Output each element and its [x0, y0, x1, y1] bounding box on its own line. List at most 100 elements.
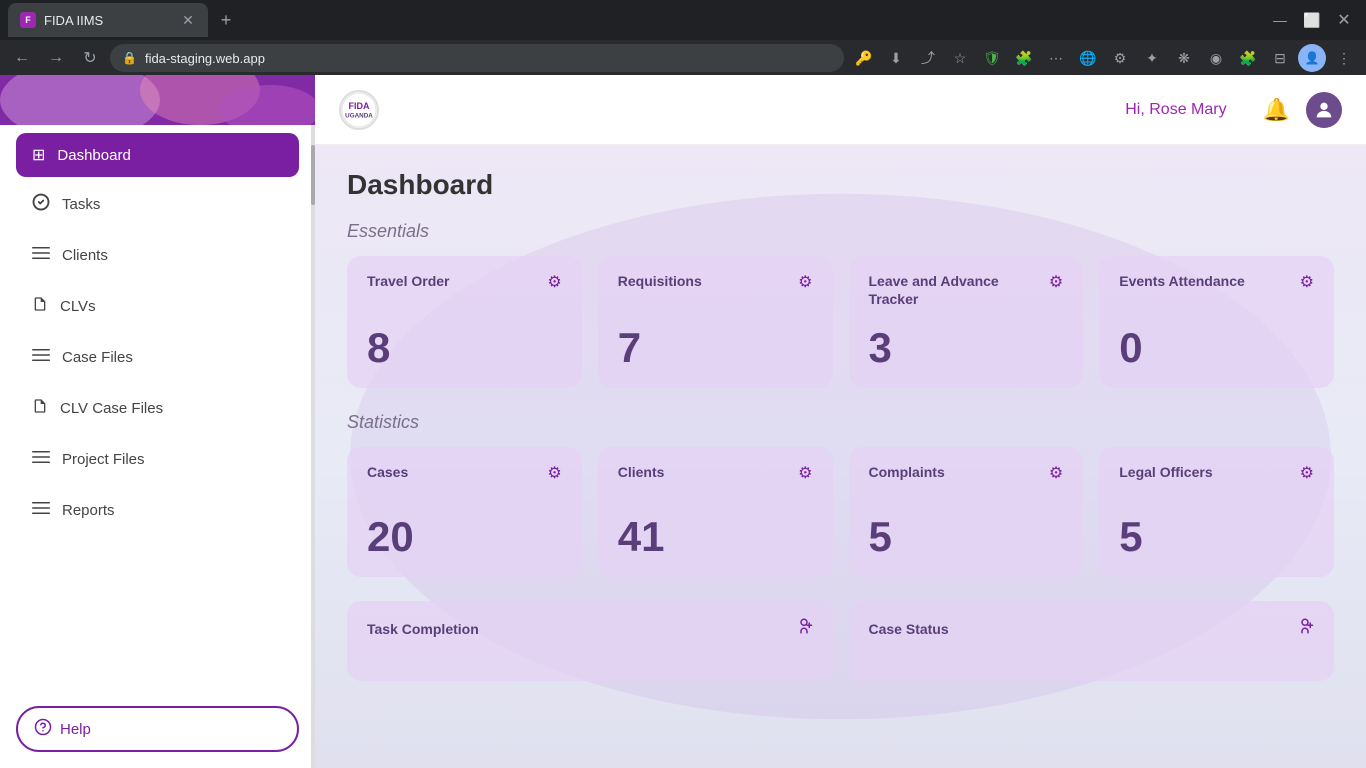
dashboard-icon: ⊞ — [32, 145, 45, 165]
extension-icon-3[interactable]: 🌐 — [1074, 44, 1102, 72]
lock-icon: 🔒 — [122, 51, 137, 65]
card-title: Leave and Advance Tracker — [869, 272, 1015, 308]
sidebar-item-label: Case Files — [62, 349, 133, 366]
card-title: Clients — [618, 463, 665, 481]
bottom-card-header: Case Status — [869, 617, 1315, 640]
tab-close-button[interactable]: ✕ — [180, 12, 196, 28]
card-header: Requisitions ⚙ — [618, 272, 813, 292]
new-tab-button[interactable]: + — [212, 6, 240, 34]
sidebar-item-label: CLV Case Files — [60, 400, 163, 417]
help-button[interactable]: Help — [16, 706, 299, 752]
sidebar-item-clients[interactable]: Clients — [16, 232, 299, 279]
page-title: Dashboard — [347, 169, 1334, 201]
card-title: Complaints — [869, 463, 945, 481]
key-icon[interactable]: 🔑 — [850, 44, 878, 72]
sidebar-item-label: Reports — [62, 502, 115, 519]
greeting-name: Rose Mary — [1149, 101, 1226, 118]
task-completion-title: Task Completion — [367, 621, 479, 637]
minimize-button[interactable]: — — [1266, 6, 1294, 34]
more-options-button[interactable]: ⋮ — [1330, 44, 1358, 72]
sidebar-item-project-files[interactable]: Project Files — [16, 436, 299, 483]
card-header: Events Attendance ⚙ — [1119, 272, 1314, 292]
reports-icon — [32, 499, 50, 522]
extension-icon-2[interactable]: ⋯ — [1042, 44, 1070, 72]
extension-icon-4[interactable]: ⚙ — [1106, 44, 1134, 72]
essentials-cards-grid: Travel Order ⚙ 8 Requisitions ⚙ 7 Leave … — [347, 256, 1334, 388]
shield-icon: 🛡 — [978, 44, 1006, 72]
card-settings-icon[interactable]: ⚙ — [1300, 463, 1314, 483]
sidebar-item-clvs[interactable]: CLVs — [16, 283, 299, 330]
card-header: Travel Order ⚙ — [367, 272, 562, 292]
card-settings-icon[interactable]: ⚙ — [1049, 272, 1063, 292]
extension-icon-1[interactable]: 🧩 — [1010, 44, 1038, 72]
travel-order-card: Travel Order ⚙ 8 — [347, 256, 582, 388]
browser-titlebar: F FIDA IIMS ✕ + — ⬜ ✕ — [0, 0, 1366, 40]
card-title: Requisitions — [618, 272, 702, 290]
help-icon — [34, 718, 52, 740]
extensions-puzzle[interactable]: 🧩 — [1234, 44, 1262, 72]
close-browser-button[interactable]: ✕ — [1330, 6, 1358, 34]
svg-text:FIDA: FIDA — [349, 100, 370, 110]
extension-icon-6[interactable]: ❋ — [1170, 44, 1198, 72]
card-header: Legal Officers ⚙ — [1119, 463, 1314, 483]
case-status-card: Case Status — [849, 601, 1335, 681]
card-settings-icon[interactable]: ⚙ — [798, 272, 812, 292]
card-value: 5 — [869, 497, 1064, 561]
url-text: fida-staging.web.app — [145, 51, 265, 66]
forward-button[interactable]: → — [42, 44, 70, 72]
task-completion-add-icon[interactable] — [795, 617, 813, 640]
card-settings-icon[interactable]: ⚙ — [798, 463, 812, 483]
card-settings-icon[interactable]: ⚙ — [1300, 272, 1314, 292]
sidebar-item-tasks[interactable]: Tasks — [16, 181, 299, 228]
extension-icon-7[interactable]: ◉ — [1202, 44, 1230, 72]
app-header: FIDA UGANDA Hi, Rose Mary 🔔 — [315, 75, 1366, 145]
sidebar-item-label: Project Files — [62, 451, 145, 468]
card-value: 20 — [367, 497, 562, 561]
requisitions-card: Requisitions ⚙ 7 — [598, 256, 833, 388]
sidebar-item-label: Tasks — [62, 196, 100, 213]
sidebar-item-case-files[interactable]: Case Files — [16, 334, 299, 381]
sidebar-navigation: ⊞ Dashboard Tasks Clients CLVs — [0, 125, 315, 698]
case-files-icon — [32, 346, 50, 369]
card-value: 3 — [869, 308, 1064, 372]
dashboard-content: Dashboard Essentials Travel Order ⚙ 8 Re… — [315, 145, 1366, 768]
sidebar-item-dashboard[interactable]: ⊞ Dashboard — [16, 133, 299, 177]
clvs-icon — [32, 295, 48, 318]
notification-bell-button[interactable]: 🔔 — [1263, 97, 1290, 123]
project-files-icon — [32, 448, 50, 471]
tasks-icon — [32, 193, 50, 216]
browser-profile-button[interactable]: 👤 — [1298, 44, 1326, 72]
share-icon[interactable]: ⤴ — [914, 44, 942, 72]
bottom-cards-row: Task Completion Case Status — [347, 601, 1334, 681]
browser-tab[interactable]: F FIDA IIMS ✕ — [8, 3, 208, 37]
card-title: Legal Officers — [1119, 463, 1212, 481]
header-greeting: Hi, Rose Mary — [1125, 101, 1226, 119]
sidebar-item-reports[interactable]: Reports — [16, 487, 299, 534]
essentials-section-label: Essentials — [347, 221, 1334, 242]
sidebar-item-clv-case-files[interactable]: CLV Case Files — [16, 385, 299, 432]
split-screen-icon[interactable]: ⊟ — [1266, 44, 1294, 72]
card-settings-icon[interactable]: ⚙ — [547, 272, 561, 292]
svg-text:UGANDA: UGANDA — [345, 112, 373, 119]
browser-nav: ← → ↻ 🔒 fida-staging.web.app 🔑 ⬇ ⤴ ☆ 🛡 🧩… — [0, 40, 1366, 76]
card-settings-icon[interactable]: ⚙ — [1049, 463, 1063, 483]
maximize-button[interactable]: ⬜ — [1298, 6, 1326, 34]
back-button[interactable]: ← — [8, 44, 36, 72]
case-status-add-icon[interactable] — [1296, 617, 1314, 640]
sidebar-item-label: CLVs — [60, 298, 96, 315]
download-icon[interactable]: ⬇ — [882, 44, 910, 72]
app-container: ⊞ Dashboard Tasks Clients CLVs — [0, 75, 1366, 768]
fida-logo: FIDA UGANDA — [339, 90, 379, 130]
reload-button[interactable]: ↻ — [76, 44, 104, 72]
bookmark-icon[interactable]: ☆ — [946, 44, 974, 72]
user-avatar-button[interactable] — [1306, 92, 1342, 128]
card-header: Cases ⚙ — [367, 463, 562, 483]
card-header: Complaints ⚙ — [869, 463, 1064, 483]
clients-icon — [32, 244, 50, 267]
card-title: Cases — [367, 463, 408, 481]
extension-icon-5[interactable]: ✦ — [1138, 44, 1166, 72]
legal-officers-card: Legal Officers ⚙ 5 — [1099, 447, 1334, 577]
tab-favicon: F — [20, 12, 36, 28]
address-bar[interactable]: 🔒 fida-staging.web.app — [110, 44, 844, 72]
card-settings-icon[interactable]: ⚙ — [547, 463, 561, 483]
